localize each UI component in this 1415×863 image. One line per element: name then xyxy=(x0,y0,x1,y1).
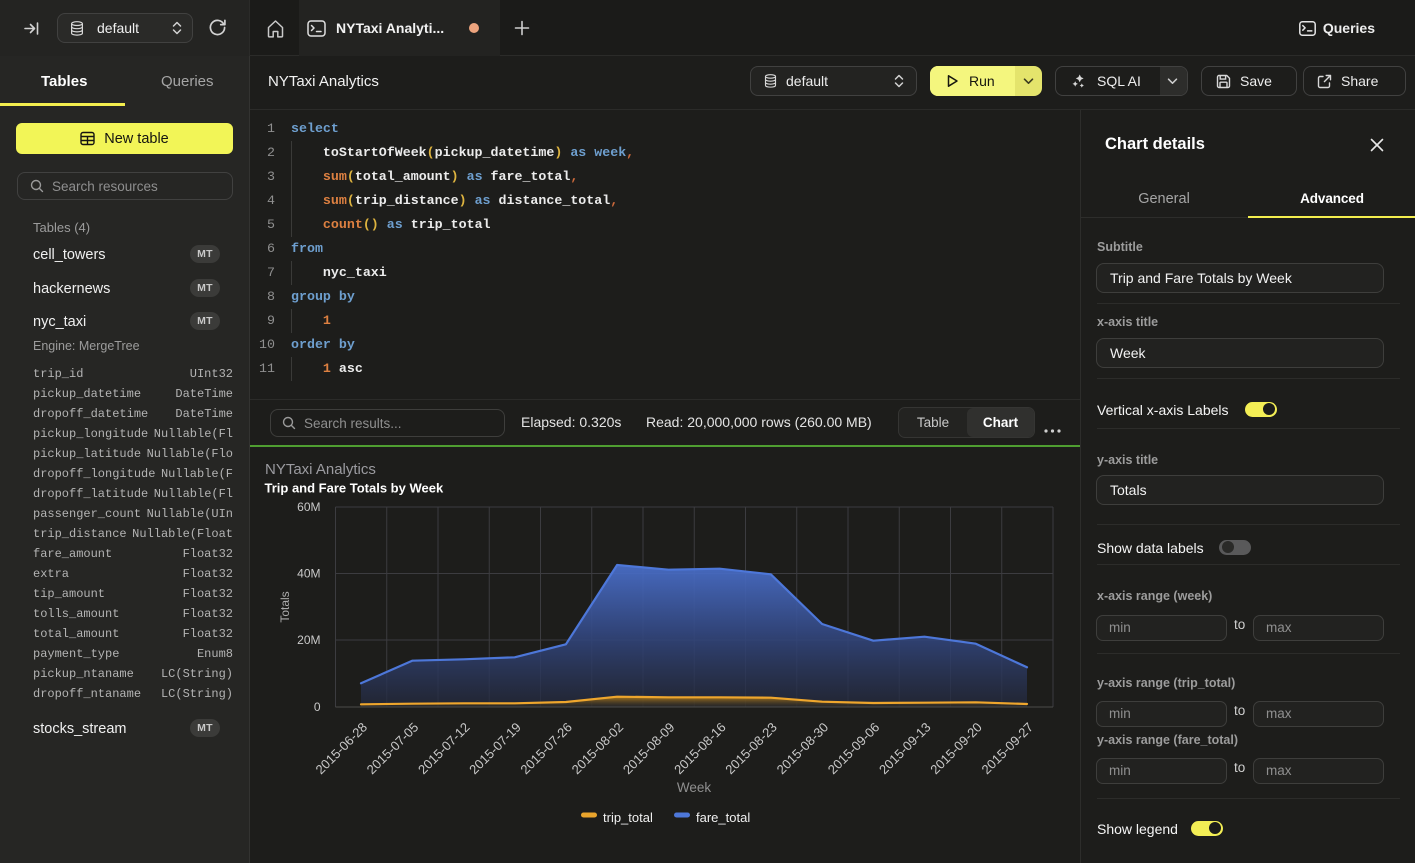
svg-text:2015-06-28: 2015-06-28 xyxy=(312,720,370,778)
svg-text:fare_total: fare_total xyxy=(696,810,750,825)
svg-text:2015-08-09: 2015-08-09 xyxy=(620,720,678,778)
svg-text:2015-08-30: 2015-08-30 xyxy=(774,720,832,778)
svg-text:Trip and Fare Totals by Week: Trip and Fare Totals by Week xyxy=(265,481,444,496)
svg-text:2015-09-06: 2015-09-06 xyxy=(825,720,883,778)
svg-text:trip_total: trip_total xyxy=(603,810,653,825)
svg-text:Week: Week xyxy=(677,780,712,795)
svg-text:Totals: Totals xyxy=(278,591,292,622)
svg-text:2015-08-02: 2015-08-02 xyxy=(569,720,627,778)
svg-text:2015-07-26: 2015-07-26 xyxy=(517,720,575,778)
svg-text:2015-08-23: 2015-08-23 xyxy=(722,720,780,778)
svg-text:2015-07-12: 2015-07-12 xyxy=(415,720,473,778)
svg-text:60M: 60M xyxy=(297,500,320,514)
svg-text:2015-07-05: 2015-07-05 xyxy=(364,720,422,778)
svg-text:20M: 20M xyxy=(297,633,320,647)
svg-text:2015-09-27: 2015-09-27 xyxy=(978,720,1036,778)
svg-text:0: 0 xyxy=(314,700,321,714)
svg-text:NYTaxi Analytics: NYTaxi Analytics xyxy=(265,461,376,478)
svg-text:40M: 40M xyxy=(297,567,320,581)
svg-text:2015-09-13: 2015-09-13 xyxy=(876,720,934,778)
svg-text:2015-09-20: 2015-09-20 xyxy=(927,720,985,778)
svg-text:2015-08-16: 2015-08-16 xyxy=(671,720,729,778)
svg-text:2015-07-19: 2015-07-19 xyxy=(466,720,524,778)
